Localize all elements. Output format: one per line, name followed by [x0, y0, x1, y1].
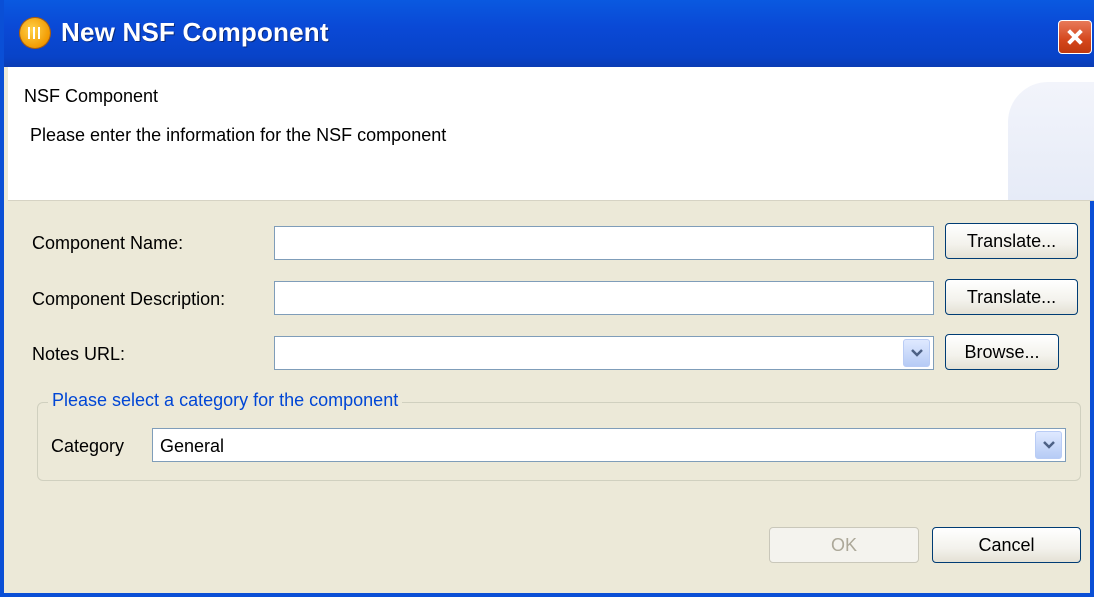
browse-button[interactable]: Browse... — [945, 334, 1059, 370]
title-bar[interactable]: New NSF Component — [4, 0, 1094, 67]
window-title: New NSF Component — [61, 17, 329, 47]
banner-message: Please enter the information for the NSF… — [30, 125, 447, 145]
translate-name-button[interactable]: Translate... — [945, 223, 1078, 259]
dialog-window: New NSF Component NSF Component Please e… — [0, 0, 1094, 597]
component-description-input[interactable] — [274, 281, 934, 315]
category-group-title: Please select a category for the compone… — [48, 390, 403, 411]
banner-decoration — [1008, 82, 1094, 200]
banner-title: NSF Component — [24, 86, 159, 106]
category-select[interactable]: General — [152, 428, 1066, 462]
chevron-down-icon[interactable] — [903, 339, 930, 367]
cancel-button[interactable]: Cancel — [932, 527, 1081, 563]
banner-divider — [8, 200, 1094, 201]
component-description-label: Component Description: — [32, 289, 226, 309]
close-icon[interactable] — [1058, 20, 1092, 54]
notes-app-icon — [20, 18, 50, 48]
header-banner: NSF Component Please enter the informati… — [8, 67, 1094, 200]
ok-button[interactable]: OK — [769, 527, 919, 563]
category-selected-value: General — [160, 436, 225, 456]
notes-url-combo[interactable] — [274, 336, 934, 370]
component-name-input[interactable] — [274, 226, 934, 260]
translate-description-button[interactable]: Translate... — [945, 279, 1078, 315]
category-label: Category — [51, 436, 125, 456]
chevron-down-icon[interactable] — [1035, 431, 1062, 459]
notes-url-label: Notes URL: — [32, 344, 126, 364]
component-name-label: Component Name: — [32, 233, 184, 253]
